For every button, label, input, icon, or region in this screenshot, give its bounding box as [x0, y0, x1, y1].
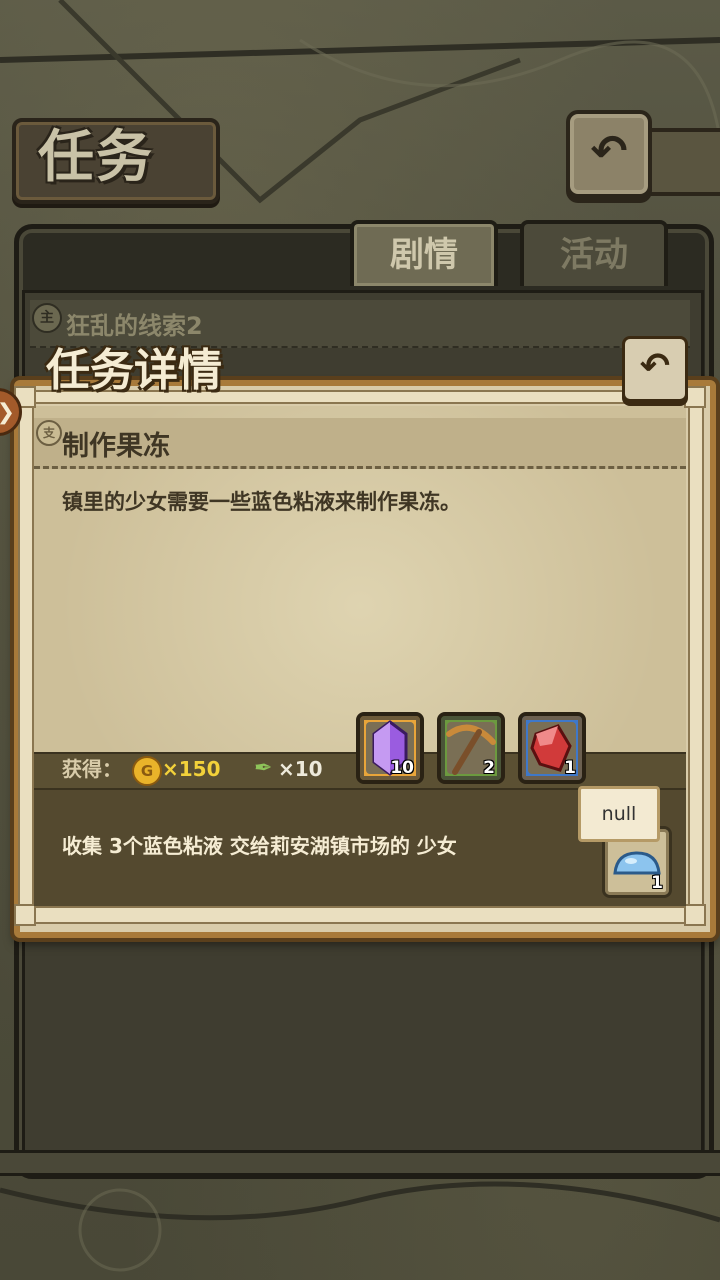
- scroll-edge-right: [688, 396, 704, 920]
- tab-event[interactable]: 活动: [520, 220, 668, 286]
- detail-back-button[interactable]: ↶: [622, 336, 688, 402]
- item-count: 1: [564, 758, 576, 778]
- back-arrow-icon: ↶: [590, 126, 628, 177]
- side-quest-badge-icon: 支: [36, 420, 62, 446]
- gold-reward-amount: ×150: [162, 757, 221, 781]
- back-arrow-icon: ↶: [639, 346, 671, 387]
- quest-name: 制作果冻: [62, 431, 170, 462]
- scroll-edge-left: [18, 396, 34, 920]
- reward-item-slot[interactable]: 2: [437, 712, 505, 784]
- reward-item-slot[interactable]: 10: [356, 712, 424, 784]
- bottom-rail: [0, 1150, 720, 1176]
- item-tooltip: null: [578, 786, 660, 842]
- scroll-corner: [684, 904, 706, 926]
- quill-exp-icon: ✒: [254, 756, 273, 781]
- quest-description: 镇里的少女需要一些蓝色粘液来制作果冻。: [62, 490, 461, 514]
- item-count: 2: [483, 758, 495, 778]
- reward-label: 获得：: [62, 757, 122, 781]
- main-quest-badge-icon: 主: [32, 303, 62, 333]
- gold-coin-icon: G: [132, 756, 162, 786]
- item-count: 1: [651, 873, 663, 893]
- back-button[interactable]: ↶: [566, 110, 652, 198]
- reward-item-slot[interactable]: 1: [518, 712, 586, 784]
- header-rail: [640, 128, 720, 196]
- quest-objective: 收集 3个蓝色粘液 交给莉安湖镇市场的 少女: [62, 834, 457, 858]
- tab-story[interactable]: 剧情: [350, 220, 498, 286]
- scroll-corner: [14, 904, 36, 926]
- page-title: 任务: [38, 124, 154, 190]
- item-count: 10: [390, 758, 414, 778]
- detail-title: 任务详情: [46, 345, 222, 396]
- exp-reward-amount: ×10: [278, 757, 323, 781]
- scroll-edge-bottom: [20, 906, 702, 924]
